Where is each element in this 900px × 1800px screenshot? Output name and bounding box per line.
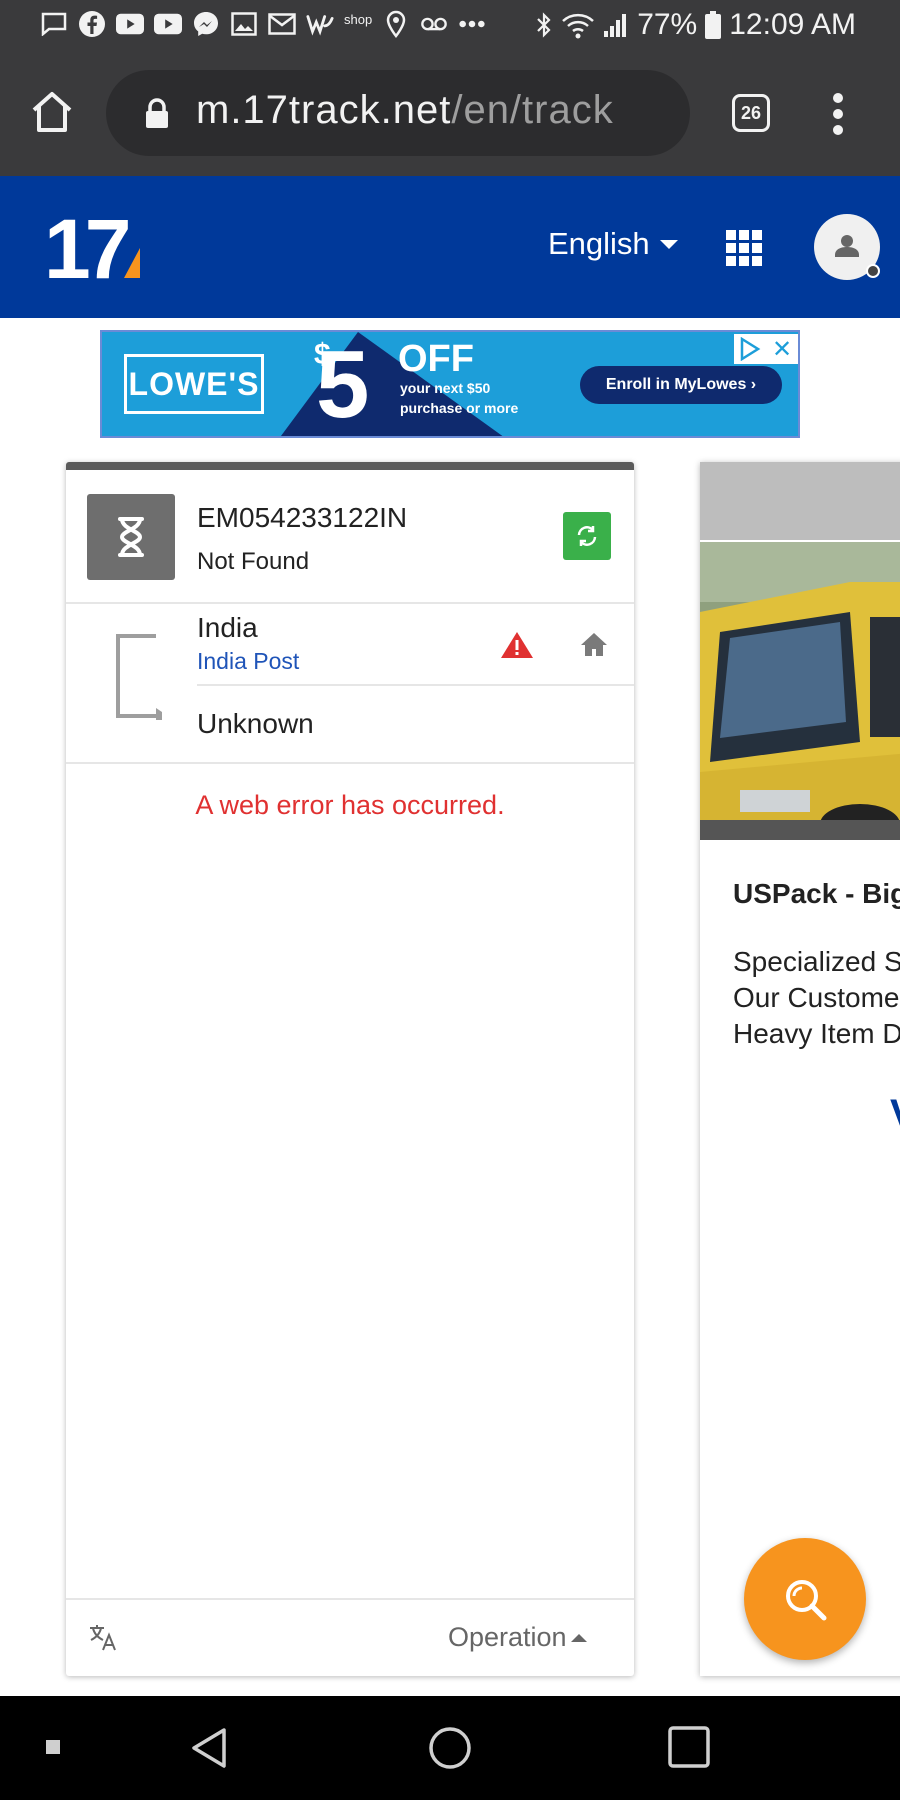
17track-logo[interactable]: 17 [44,202,144,296]
browser-toolbar: m.17track.net/en/track 26 [0,52,900,176]
promo-title: USPack - Big [733,878,900,909]
hourglass-icon [118,517,144,557]
caret-up-icon [570,1633,587,1642]
tracking-result-card: EM054233122IN Not Found India India Post… [66,462,634,1676]
system-indicators: 77% 12:09 AM [535,8,856,42]
home-button[interactable] [28,88,76,136]
shop-label: shop [344,11,373,27]
bluetooth-icon [537,12,551,38]
battery-percent: 77% [637,8,698,41]
route-icon [116,634,162,720]
clock: 12:09 AM [729,8,856,41]
messenger-icon [192,10,220,38]
wifi-icon [562,13,595,39]
delivery-van-image [700,542,900,840]
url-text: m.17track.net/en/track [196,88,614,133]
tracking-number[interactable]: EM054233122IN [197,502,407,534]
promo-card[interactable]: USPack - Big Specialized S Our Custome H… [700,462,900,1676]
advertisement-banner[interactable]: LOWE'S $ 5 OFF your next $50 purchase or… [100,330,800,438]
logo-text: 17 [44,206,129,286]
home-icon [32,92,72,132]
location-icon [382,10,410,38]
status-bar: shop 77% 12:09 AM [0,0,900,52]
divider [66,762,634,764]
back-icon[interactable] [190,1726,230,1770]
ad-choices[interactable]: ✕ [734,334,798,364]
divider [197,684,634,686]
status-dot [866,264,880,278]
operation-label: Operation [448,1622,567,1652]
house-icon [581,633,607,656]
warning-icon [501,632,533,658]
more-vert-icon [833,93,843,135]
message-icon [40,10,68,38]
gmail-icon [268,10,296,38]
search-icon [786,1580,827,1621]
facebook-icon [78,10,106,38]
card-footer: Operation [66,1600,634,1684]
divider [66,602,634,604]
ad-close-icon[interactable]: ✕ [766,334,798,364]
chevron-down-icon [659,239,678,249]
tracking-status: Not Found [197,548,310,575]
lock-icon [146,98,168,128]
voicemail-icon [420,10,448,38]
menu-dot-icon[interactable] [46,1740,60,1754]
url-domain: m.17track.net [196,88,452,132]
notification-icons: shop [40,10,486,38]
recents-icon[interactable] [668,1726,710,1768]
translate-icon[interactable] [88,1622,118,1652]
operation-menu[interactable]: Operation [448,1622,587,1653]
promo-line: Specialized S [733,946,900,977]
refresh-button[interactable] [563,512,611,560]
ad-amount: 5 [316,331,370,438]
destination-country: Unknown [197,708,314,739]
battery-icon [705,11,722,39]
url-path: /en/track [451,88,614,132]
ad-off-label: OFF [398,338,474,380]
gallery-icon [230,10,258,38]
youtube-icon-2 [154,10,182,38]
lowes-logo: LOWE'S [124,354,264,414]
site-header: 17 English [0,176,900,318]
promo-partial-text: V [890,1092,900,1137]
ad-subtext: your next $50 purchase or more [400,380,519,416]
wish-icon [306,10,334,38]
more-notifications-icon [458,10,486,38]
home-nav-icon[interactable] [428,1726,472,1770]
promo-line: Heavy Item D [733,1018,900,1049]
language-label: English [548,226,650,261]
tab-switcher-button[interactable]: 26 [732,94,770,132]
ad-enroll-button[interactable]: Enroll in MyLowes › [580,366,782,404]
carrier-link[interactable]: India Post [197,648,299,675]
browser-menu-button[interactable] [826,92,850,136]
language-selector[interactable]: English [548,226,678,262]
signal-icon [604,14,627,37]
pending-status-box [87,494,175,580]
promo-header [700,462,900,540]
refresh-icon [577,526,597,546]
adchoices-icon[interactable] [734,334,766,364]
promo-line: Our Custome [733,982,900,1013]
system-navigation-bar [0,1696,900,1800]
user-avatar[interactable] [814,214,880,280]
track-search-fab[interactable] [744,1538,866,1660]
address-bar[interactable]: m.17track.net/en/track [106,70,690,156]
origin-country: India [197,612,258,643]
youtube-icon [116,10,144,38]
error-message: A web error has occurred. [195,790,505,820]
apps-grid-icon[interactable] [726,230,762,266]
